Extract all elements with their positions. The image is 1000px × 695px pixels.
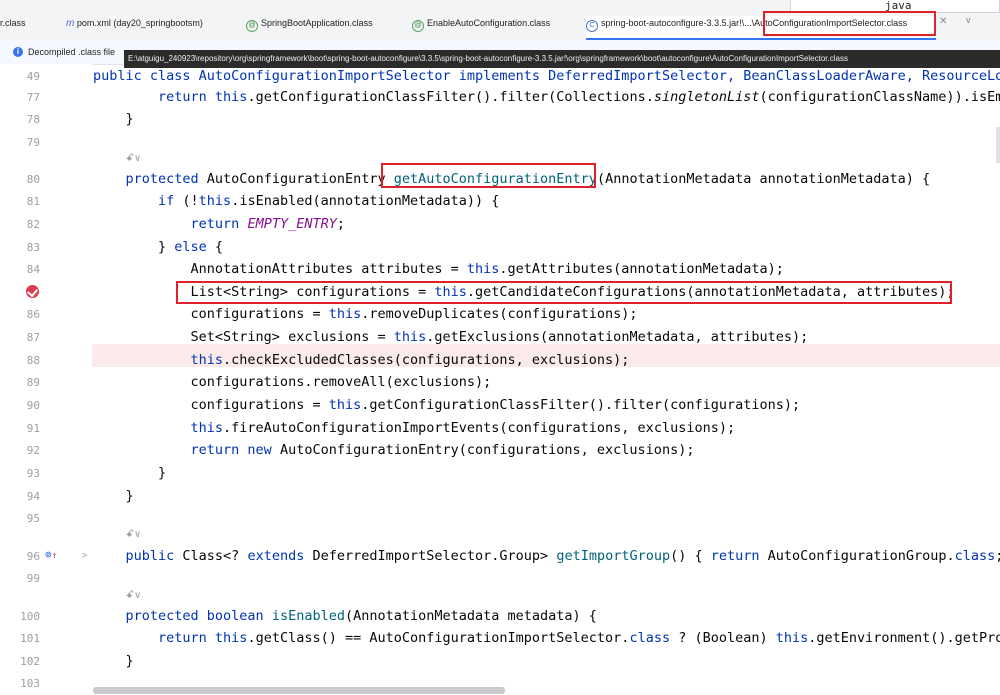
code-line-85: List<String> configurations = this.getCa… <box>93 284 955 300</box>
horizontal-scrollbar[interactable] <box>93 687 505 694</box>
usages-hint-icon[interactable]: ꗃ∨ <box>126 529 141 540</box>
line-number: 81 <box>26 195 40 208</box>
override-icon[interactable]: ⊚↑ <box>45 548 57 561</box>
tab-autoconfigurationimportselector[interactable]: Cspring-boot-autoconfigure-3.3.5.jar!\..… <box>586 16 936 40</box>
code-line-49: public class AutoConfigurationImportSele… <box>93 68 1000 84</box>
code-line-81: if (!this.isEnabled(annotationMetadata))… <box>93 193 500 209</box>
code-line-83: } else { <box>93 239 224 255</box>
line-number: 94 <box>26 490 40 503</box>
line-number: 90 <box>26 399 40 412</box>
annotation-icon: @ <box>412 20 424 32</box>
code-line-90: configurations = this.getConfigurationCl… <box>93 397 801 413</box>
line-number: 103 <box>20 677 40 690</box>
code-line-88: this.checkExcludedClasses(configurations… <box>93 352 630 368</box>
info-text: Decompiled .class file <box>28 47 116 57</box>
line-number: 49 <box>26 70 40 83</box>
line-number: 96 <box>26 550 40 563</box>
code-editor[interactable]: 49 77 78 79 80 81 82 83 84 86 87 88 89 9… <box>0 64 1000 690</box>
line-number: 95 <box>26 512 40 525</box>
code-line-84: AnnotationAttributes attributes = this.g… <box>93 261 784 277</box>
code-line-89: configurations.removeAll(exclusions); <box>93 374 492 390</box>
line-number: 100 <box>20 610 40 623</box>
code-line-92: return new AutoConfigurationEntry(config… <box>93 442 695 458</box>
code-line-91: this.fireAutoConfigurationImportEvents(c… <box>93 420 736 436</box>
code-line-80: protected AutoConfigurationEntry getAuto… <box>93 171 931 187</box>
tab-enableautoconfiguration[interactable]: @ EnableAutoConfiguration.class <box>412 16 550 38</box>
tab-springbootapplication[interactable]: @ SpringBootApplication.class <box>246 16 373 38</box>
code-line-94: } <box>93 488 134 504</box>
code-line-77: return this.getConfigurationClassFilter(… <box>158 89 1000 105</box>
usages-hint-icon[interactable]: ꗃ∨ <box>126 153 141 164</box>
code-line-100: protected boolean isEnabled(AnnotationMe… <box>93 608 597 624</box>
chevron-down-icon[interactable]: ∨ <box>965 15 972 26</box>
tab-r-class[interactable]: r.class <box>0 16 26 38</box>
code-line-101: return this.getClass() == AutoConfigurat… <box>93 630 1000 646</box>
line-number: 88 <box>26 354 40 367</box>
line-number: 89 <box>26 376 40 389</box>
line-number: 80 <box>26 173 40 186</box>
tab-pom-xml[interactable]: m pom.xml (day20_springbootsm) <box>66 16 203 38</box>
line-number: 87 <box>26 331 40 344</box>
code-line-87: Set<String> exclusions = this.getExclusi… <box>93 329 809 345</box>
info-icon: i <box>13 47 23 57</box>
code-line-78: } <box>93 111 134 127</box>
java-tooltip: java <box>790 0 1000 13</box>
line-number: 101 <box>20 632 40 645</box>
line-number: 86 <box>26 308 40 321</box>
line-number: 99 <box>26 572 40 585</box>
annotation-icon: @ <box>246 20 258 32</box>
close-tab-icon[interactable]: ✕ <box>939 16 947 27</box>
line-number: 79 <box>26 136 40 149</box>
line-number: 84 <box>26 263 40 276</box>
maven-icon: m <box>66 18 75 29</box>
breakpoint-icon[interactable] <box>26 285 39 298</box>
line-number: 77 <box>26 91 40 104</box>
line-number: 102 <box>20 655 40 668</box>
line-number: 82 <box>26 218 40 231</box>
code-line-93: } <box>93 465 167 481</box>
fold-chevron-icon[interactable]: > <box>82 551 87 561</box>
scrollbar-marker[interactable] <box>996 127 1000 163</box>
code-line-86: configurations = this.removeDuplicates(c… <box>93 306 638 322</box>
line-number: 91 <box>26 422 40 435</box>
line-number: 83 <box>26 241 40 254</box>
line-number: 78 <box>26 113 40 126</box>
code-line-102: } <box>93 653 134 669</box>
usages-hint-icon[interactable]: ꗃ∨ <box>126 590 141 601</box>
line-number: 92 <box>26 444 40 457</box>
code-line-96: public Class<? extends DeferredImportSel… <box>93 548 1000 564</box>
code-line-82: return EMPTY_ENTRY; <box>93 216 345 232</box>
line-number: 93 <box>26 467 40 480</box>
class-icon: C <box>586 20 598 32</box>
